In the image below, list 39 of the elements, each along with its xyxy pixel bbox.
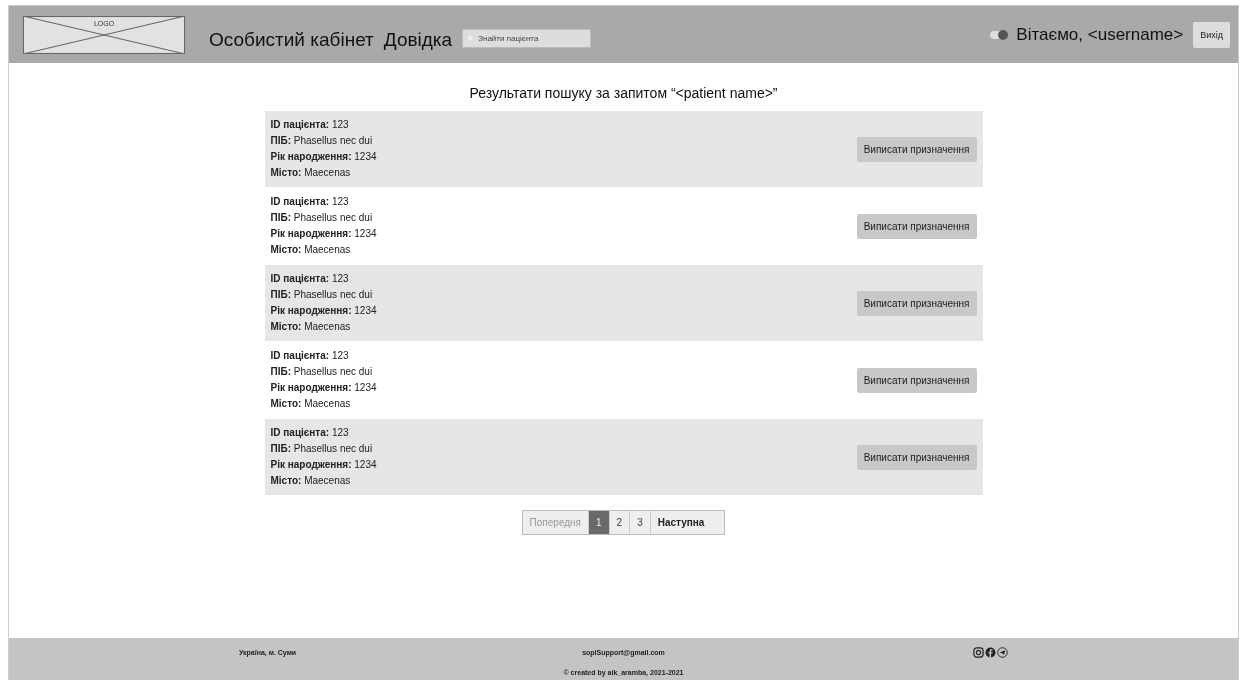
- prescribe-button[interactable]: Виписати призначення: [856, 367, 977, 393]
- prescribe-button[interactable]: Виписати призначення: [856, 213, 977, 239]
- next-page-button[interactable]: Наступна: [649, 511, 725, 534]
- instagram-icon[interactable]: [973, 647, 984, 658]
- patient-detail: Рік народження: 1234: [270, 304, 377, 318]
- prescribe-button[interactable]: Виписати призначення: [856, 444, 977, 470]
- page-button[interactable]: 1: [588, 511, 609, 534]
- page-button[interactable]: 3: [629, 511, 650, 534]
- telegram-icon[interactable]: [997, 647, 1008, 658]
- patient-detail: ПІБ: Phasellus nec dui: [270, 288, 374, 302]
- patient-detail: ID пацієнта: 123: [270, 426, 350, 440]
- logout-button[interactable]: Вихід: [1193, 21, 1230, 48]
- prescribe-button[interactable]: Виписати призначення: [856, 136, 977, 162]
- prescribe-button[interactable]: Виписати призначення: [856, 290, 977, 316]
- patient-detail: Місто: Maecenas: [270, 397, 352, 411]
- patient-detail: Рік народження: 1234: [270, 381, 377, 395]
- patient-detail: ПІБ: Phasellus nec dui: [270, 365, 374, 379]
- patient-detail: ID пацієнта: 123: [270, 272, 350, 286]
- patient-detail: Рік народження: 1234: [270, 458, 377, 472]
- nav-link[interactable]: Особистий кабінет: [209, 28, 374, 51]
- patient-detail: ID пацієнта: 123: [270, 195, 350, 209]
- patient-detail: Місто: Maecenas: [270, 474, 352, 488]
- theme-toggle[interactable]: [990, 30, 1007, 39]
- page-button[interactable]: 2: [608, 511, 630, 534]
- nav-link[interactable]: Довідка: [383, 28, 453, 51]
- patient-detail: ID пацієнта: 123: [270, 349, 350, 363]
- patient-detail: ПІБ: Phasellus nec dui: [270, 211, 374, 225]
- facebook-icon[interactable]: [985, 647, 996, 658]
- patient-detail: Місто: Maecenas: [270, 320, 352, 334]
- search-field[interactable]: Знайти пацієнта: [462, 29, 592, 48]
- patient-detail: ID пацієнта: 123: [270, 118, 350, 132]
- patient-detail: Рік народження: 1234: [270, 227, 377, 241]
- patient-detail: ПІБ: Phasellus nec dui: [270, 134, 374, 148]
- patient-detail: Місто: Maecenas: [270, 243, 352, 257]
- patient-detail: Місто: Maecenas: [270, 166, 352, 180]
- patient-detail: ПІБ: Phasellus nec dui: [270, 442, 374, 456]
- greeting-text: Вітаємо, <username>: [1016, 24, 1184, 45]
- results-heading: Результати пошуку за запитом “<patient name>”: [469, 85, 778, 101]
- patient-detail: Рік народження: 1234: [270, 150, 377, 164]
